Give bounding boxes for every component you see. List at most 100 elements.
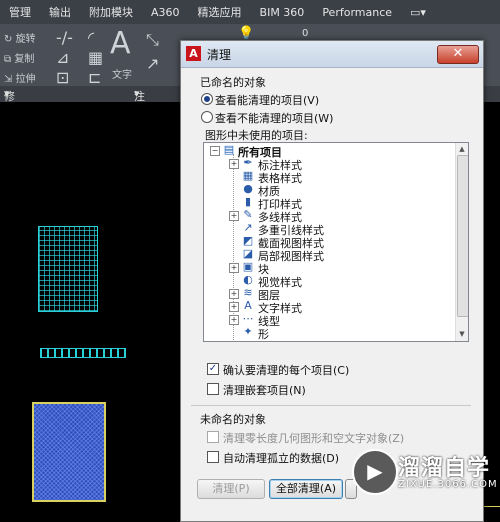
scale-icon[interactable]: ⊡ bbox=[56, 68, 69, 87]
tree-item[interactable]: 视觉样式 bbox=[258, 274, 302, 289]
tab-manage[interactable]: 管理 bbox=[0, 4, 40, 20]
mleader-style-icon: ↗ bbox=[243, 221, 253, 234]
tab-performance[interactable]: Performance bbox=[313, 6, 401, 19]
table-style-icon: ▦ bbox=[242, 169, 254, 182]
stretch-icon: ⇲ bbox=[4, 74, 16, 85]
tree-item[interactable]: 局部视图样式 bbox=[258, 248, 324, 263]
watermark-url: ZIXUE.3066.COM bbox=[398, 479, 498, 490]
tree-expander[interactable]: + bbox=[229, 302, 239, 312]
purge-all-button[interactable]: 全部清理(A) bbox=[269, 479, 343, 499]
tree-item[interactable]: 表格样式 bbox=[258, 170, 302, 185]
cyan-strip bbox=[40, 348, 126, 358]
panel-modify[interactable]: 修改 ▾ bbox=[4, 87, 15, 119]
watermark-logo-icon: ▶ bbox=[352, 449, 398, 495]
dim-style-icon: ✒ bbox=[243, 156, 253, 169]
detail-view-icon: ◪ bbox=[242, 247, 254, 260]
group-icon: ⊞ bbox=[242, 339, 254, 342]
view-unpurgeable-radio[interactable] bbox=[201, 111, 213, 123]
tree-item[interactable]: 打印样式 bbox=[258, 196, 302, 211]
tree-expander[interactable]: + bbox=[229, 263, 239, 273]
ribbon-options-icon[interactable]: ▭▾ bbox=[401, 6, 435, 19]
dimension-icon[interactable]: ⤡ bbox=[146, 30, 159, 50]
tab-output[interactable]: 输出 bbox=[40, 4, 80, 20]
tab-addins[interactable]: 附加模块 bbox=[80, 4, 142, 20]
stretch-tool[interactable]: ⇲ 拉伸 bbox=[4, 70, 36, 85]
purge-button[interactable]: 清理(P) bbox=[197, 479, 265, 499]
section-view-icon: ◩ bbox=[242, 234, 254, 247]
material-icon: ● bbox=[243, 182, 253, 195]
tab-bim360[interactable]: BIM 360 bbox=[251, 6, 314, 19]
tree-expander[interactable]: + bbox=[229, 289, 239, 299]
copy-tool[interactable]: ⧉ 复制 bbox=[4, 50, 34, 65]
linetype-icon: ⋯ bbox=[242, 312, 254, 325]
tree-expander[interactable]: + bbox=[229, 159, 239, 169]
zero-length-label[interactable]: 清理零长度几何图形和空文字对象(Z) bbox=[223, 430, 404, 446]
tree-item[interactable]: 形 bbox=[258, 326, 269, 341]
unnamed-objects-label: 未命名的对象 bbox=[200, 413, 266, 426]
tree-item[interactable]: 标注样式 bbox=[258, 157, 302, 172]
scroll-thumb[interactable] bbox=[457, 155, 468, 317]
purge-nested-label[interactable]: 清理嵌套项目(N) bbox=[223, 382, 306, 398]
tree-item[interactable]: 多线样式 bbox=[258, 209, 302, 224]
tree-expander[interactable]: + bbox=[229, 315, 239, 325]
dialog-titlebar[interactable]: A 清理 ✕ bbox=[181, 41, 483, 68]
tab-a360[interactable]: A360 bbox=[142, 6, 189, 19]
offset-icon[interactable]: ⊏ bbox=[88, 68, 101, 87]
confirm-each-checkbox[interactable]: ✓ bbox=[207, 363, 219, 375]
named-objects-label: 已命名的对象 bbox=[200, 76, 266, 89]
autocad-logo-icon: A bbox=[186, 46, 201, 61]
close-button[interactable]: ✕ bbox=[437, 45, 479, 64]
tree-item[interactable]: 多重引线样式 bbox=[258, 222, 324, 237]
view-unpurgeable-label[interactable]: 查看不能清理的项目(W) bbox=[215, 110, 333, 126]
cyan-grid-block bbox=[38, 226, 98, 312]
plot-style-icon: ▮ bbox=[244, 195, 252, 208]
tree-item[interactable]: 块 bbox=[258, 261, 269, 276]
tree-item[interactable]: 截面视图样式 bbox=[258, 235, 324, 250]
tree-root-collapse[interactable]: − bbox=[210, 146, 220, 156]
multiline-style-icon: ✎ bbox=[243, 208, 253, 221]
visual-style-icon: ◐ bbox=[243, 273, 253, 286]
tree-item[interactable]: 材质 bbox=[258, 183, 280, 198]
block-icon: ▣ bbox=[242, 260, 254, 273]
tree-item[interactable]: 文字样式 bbox=[258, 300, 302, 315]
tree-scrollbar[interactable]: ▲ ▼ bbox=[455, 143, 468, 341]
orphan-data-label[interactable]: 自动清理孤立的数据(D) bbox=[223, 450, 339, 466]
scroll-up-icon[interactable]: ▲ bbox=[457, 144, 467, 154]
tab-featured-apps[interactable]: 精选应用 bbox=[189, 4, 251, 20]
view-purgeable-label[interactable]: 查看能清理的项目(V) bbox=[215, 92, 319, 108]
array-icon[interactable]: ▦ bbox=[88, 48, 103, 67]
group-separator bbox=[191, 405, 471, 406]
leader-icon[interactable]: ↗ bbox=[146, 54, 159, 73]
view-purgeable-radio[interactable] bbox=[201, 93, 213, 105]
lightbulb-icon[interactable]: 💡 bbox=[238, 26, 254, 41]
tree-item[interactable]: 组 bbox=[258, 339, 269, 341]
scroll-down-icon[interactable]: ▼ bbox=[457, 329, 467, 339]
purge-nested-checkbox[interactable] bbox=[207, 383, 219, 395]
layer-current[interactable]: 0 bbox=[302, 28, 308, 39]
tree-item[interactable]: 图层 bbox=[258, 287, 280, 302]
layer-icon: ≋ bbox=[243, 286, 253, 299]
zero-length-checkbox[interactable] bbox=[207, 431, 219, 443]
text-tool-label: 文字 bbox=[112, 70, 132, 81]
text-tool-icon[interactable]: A bbox=[110, 26, 131, 61]
tree-caption: 图形中未使用的项目: bbox=[205, 129, 308, 142]
tree-guide-line bbox=[233, 154, 234, 340]
copy-icon: ⧉ bbox=[4, 54, 15, 65]
tree-expander[interactable]: + bbox=[229, 211, 239, 221]
orphan-data-checkbox[interactable] bbox=[207, 451, 219, 463]
text-style-icon: A bbox=[244, 299, 252, 312]
blue-hatch-block bbox=[32, 402, 106, 502]
ribbon-tab-bar: 管理 输出 附加模块 A360 精选应用 BIM 360 Performance… bbox=[0, 0, 500, 24]
all-items-icon: ▤ bbox=[223, 143, 235, 156]
confirm-each-label[interactable]: 确认要清理的每个项目(C) bbox=[223, 362, 349, 378]
tree-item[interactable]: 线型 bbox=[258, 313, 280, 328]
trim-icon[interactable]: -/- bbox=[56, 28, 73, 47]
panel-annotation[interactable]: 注释 ▾ bbox=[134, 87, 145, 119]
rotate-tool[interactable]: ↻ 旋转 bbox=[4, 30, 36, 45]
mirror-icon[interactable]: ⊿ bbox=[56, 48, 69, 67]
fillet-icon[interactable]: ◜ bbox=[88, 28, 94, 47]
rotate-icon: ↻ bbox=[4, 34, 16, 45]
watermark-name: 溜溜自学 bbox=[398, 456, 491, 481]
dialog-title: 清理 bbox=[207, 48, 232, 62]
unused-items-tree[interactable]: − ▤ 所有项目 + ✒ 标注样式 ▦ 表格样式 ● 材质 ▮ 打印样式 + ✎ 多线样式 ↗ 多重引线样… bbox=[203, 142, 469, 342]
